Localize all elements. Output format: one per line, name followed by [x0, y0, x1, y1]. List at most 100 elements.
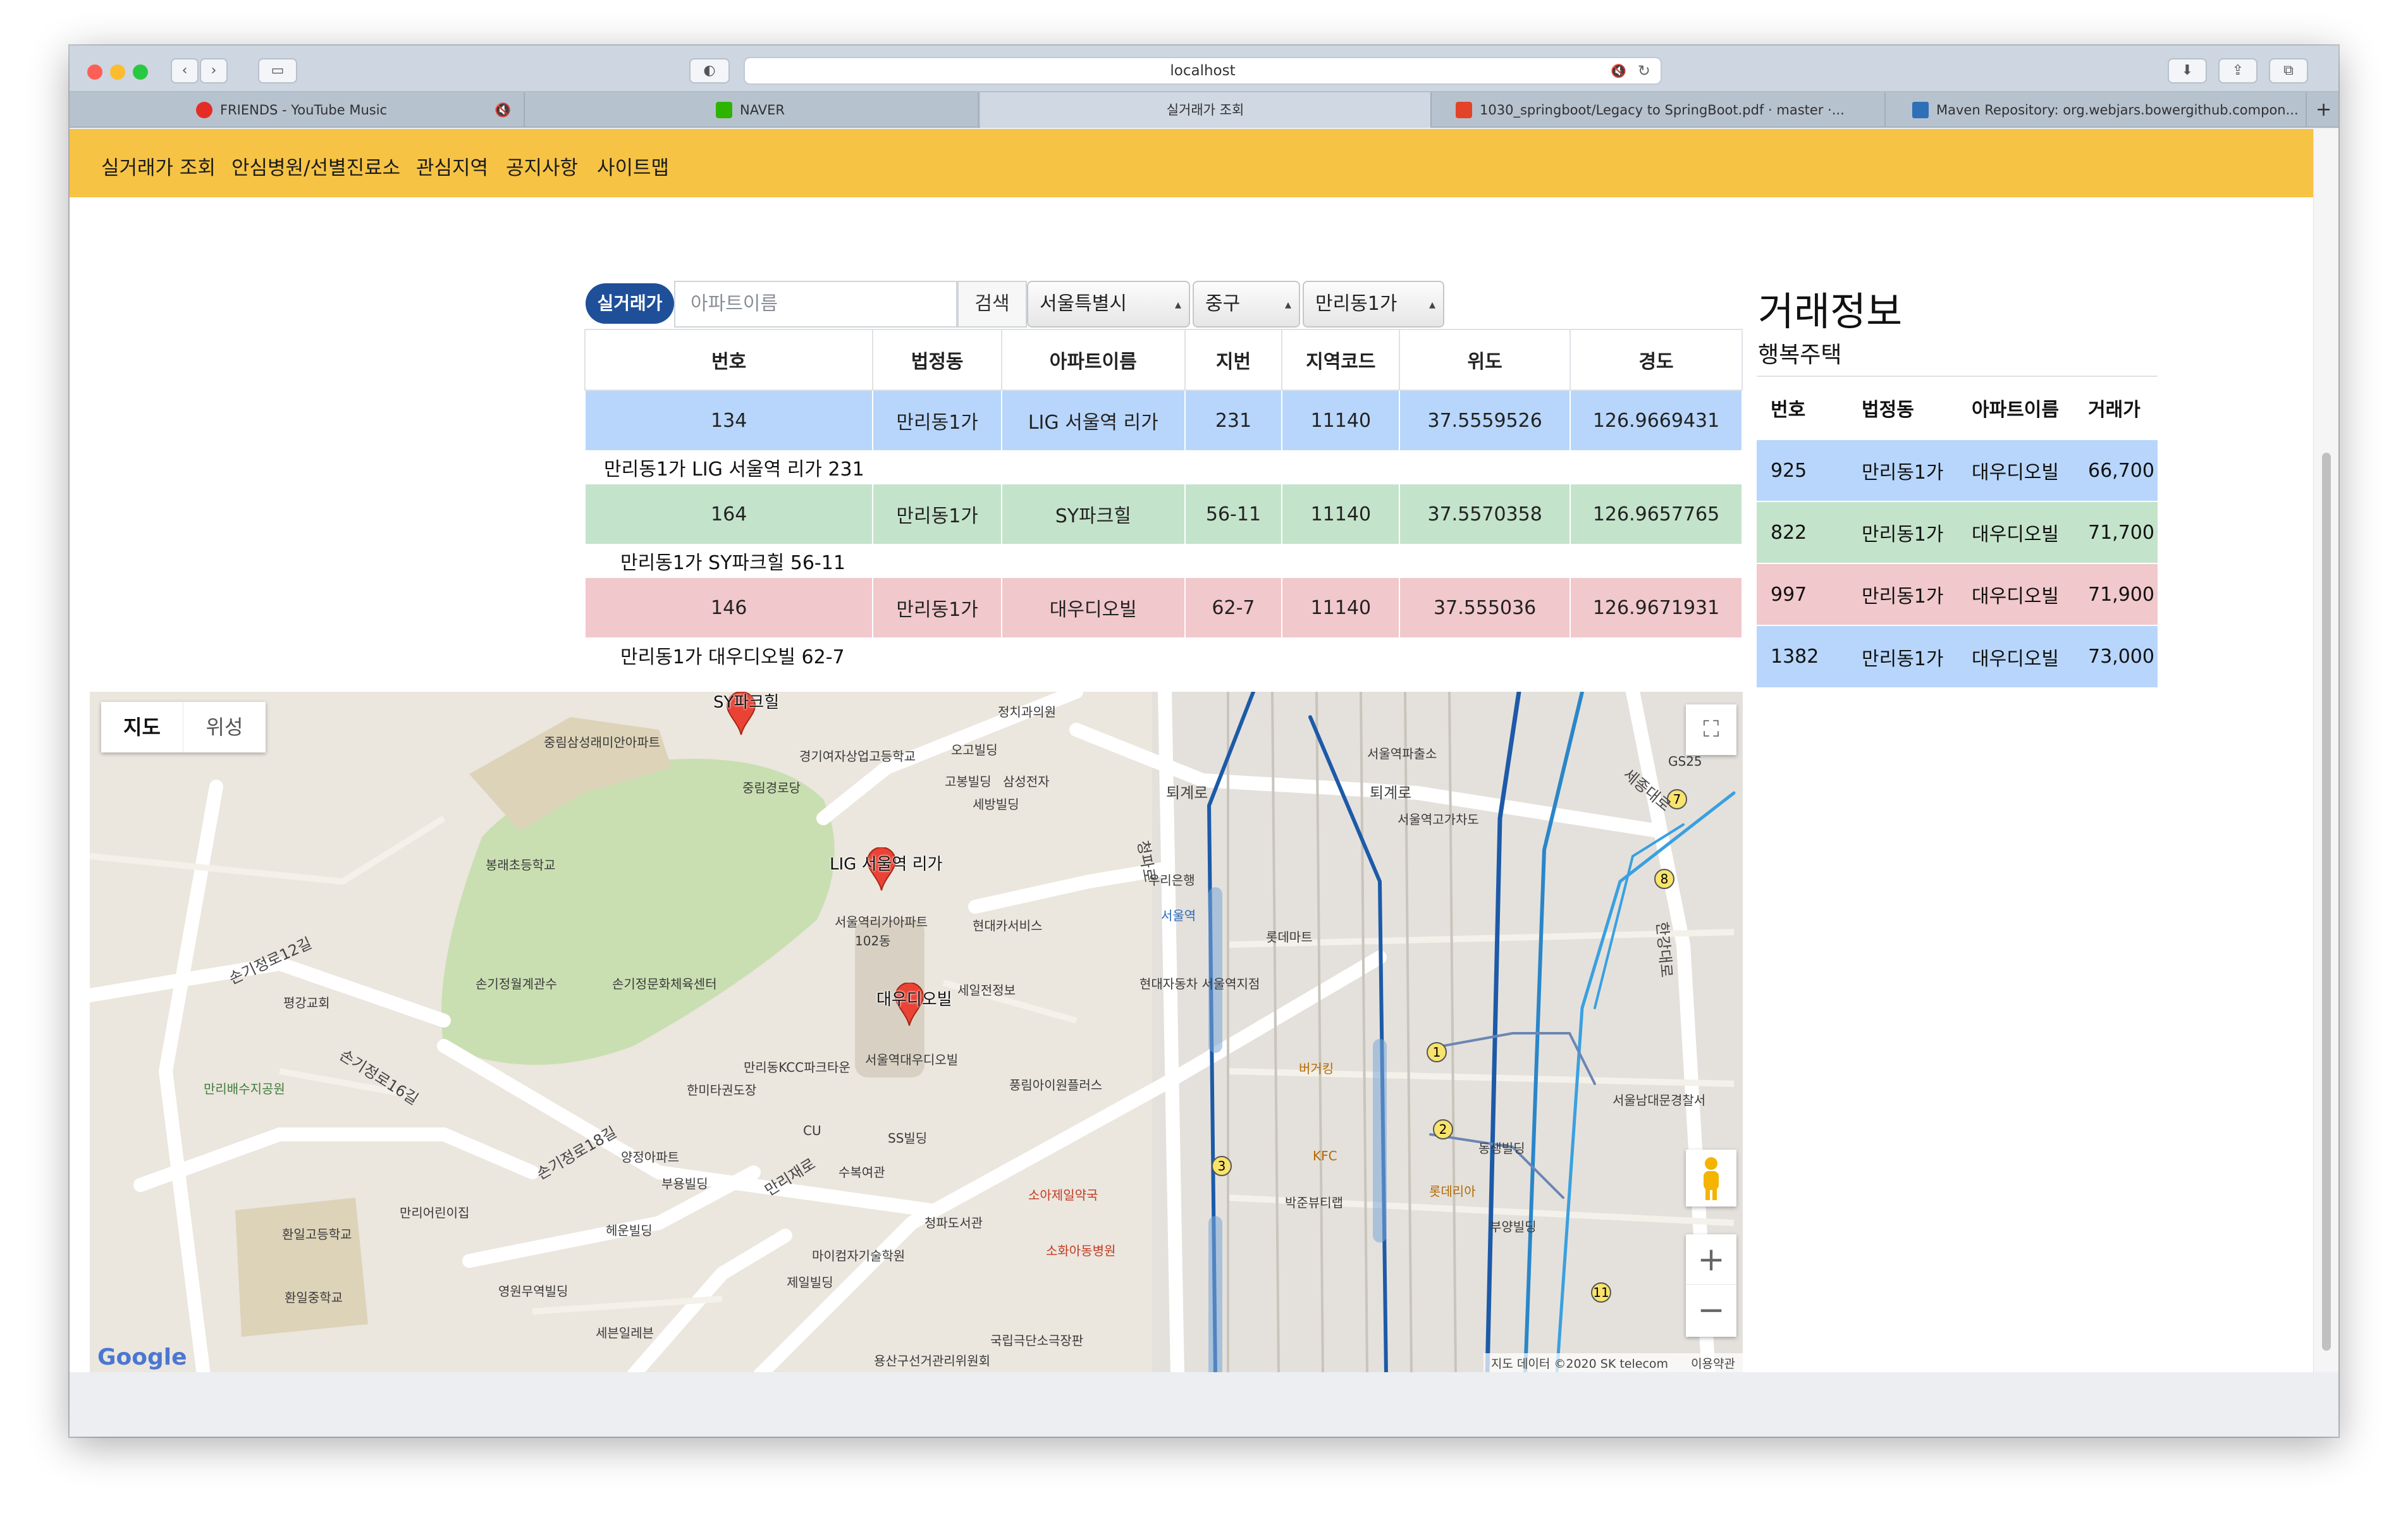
downloads-button[interactable]: ⬇ [2168, 58, 2207, 83]
map-label: KFC [1313, 1148, 1337, 1164]
city-select[interactable]: 서울특별시 ▴ [1027, 281, 1190, 328]
zoom-in-button[interactable]: + [1686, 1234, 1736, 1285]
map-label: 롯데리아 [1429, 1184, 1476, 1199]
map-label: 청파도서관 [924, 1215, 983, 1231]
new-tab-button[interactable]: + [2308, 92, 2338, 128]
map-label: 영원무역빌딩 [498, 1284, 568, 1299]
map-label: 만리어린이집 [400, 1205, 470, 1220]
map-label: 서울역 [1161, 908, 1196, 923]
reload-icon[interactable]: ↻ [1638, 58, 1650, 83]
page-content: 실거래가 아파트이름 검색 서울특별시 ▴ 중구 ▴ 만리동1가 ▴ 번호 법정동 아… [70, 197, 2313, 1375]
col-header-no: 번호 [584, 329, 874, 391]
map-label: 세븐일레븐 [596, 1325, 654, 1341]
cell-code: 11140 [1281, 390, 1401, 451]
table-row[interactable]: 164 만리동1가 SY파크힐 56-11 11140 37.5570358 1… [584, 483, 1743, 545]
address-row: 만리동1가 SY파크힐 56-11 [585, 544, 1742, 577]
map-label: 현대카서비스 [973, 918, 1043, 933]
dong-select[interactable]: 만리동1가 ▴ [1303, 281, 1444, 328]
mute-icon[interactable]: 🔇 [1611, 58, 1626, 83]
cell-name: LIG 서울역 리가 [1000, 390, 1186, 451]
sidebar-toggle-button[interactable]: ▭ [258, 58, 297, 83]
forward-button[interactable]: › [200, 58, 228, 83]
terms-link[interactable]: 이용약관 [1691, 1357, 1735, 1371]
deal-col-dong: 법정동 [1862, 399, 1914, 421]
back-button[interactable]: ‹ [171, 58, 199, 83]
table-row[interactable]: 134 만리동1가 LIG 서울역 리가 231 11140 37.555952… [584, 390, 1743, 451]
page-footer-band [70, 1372, 2338, 1437]
cell-jibun: 56-11 [1184, 483, 1283, 545]
share-icon: ⇪ [2232, 63, 2244, 78]
address-bar[interactable]: localhost 🔇 ↻ [744, 57, 1662, 85]
district-select[interactable]: 중구 ▴ [1193, 281, 1300, 328]
nav-safe-hospital[interactable]: 안심병원/선별진료소 [231, 152, 400, 180]
deal-col-price: 거래가 [2088, 399, 2141, 421]
nav-sitemap[interactable]: 사이트맵 [597, 152, 669, 180]
map-type-satellite-button[interactable]: 위성 [183, 702, 266, 752]
cell-lat: 37.5570358 [1399, 483, 1571, 545]
chevron-left-icon: ‹ [181, 63, 188, 78]
cell-no: 146 [584, 577, 874, 639]
map-label: 봉래초등학교 [486, 857, 556, 873]
tab-label: 1030_springboot/Legacy to SpringBoot.pdf… [1480, 102, 1845, 118]
map-label: 양정아파트 [621, 1150, 679, 1165]
road-label: 퇴계로 [1166, 784, 1208, 802]
zoom-control: + − [1686, 1234, 1736, 1337]
screenshot-root: { "browser": { "url": "localhost", "tabs… [0, 0, 2408, 1529]
tab-maven[interactable]: Maven Repository: org.webjars.bowergithu… [1887, 92, 2307, 128]
tab-gitlab[interactable]: 1030_springboot/Legacy to SpringBoot.pdf… [1433, 92, 1886, 128]
zoom-window-button[interactable] [133, 64, 148, 80]
muted-speaker-icon[interactable]: 🔇 [494, 92, 511, 128]
table-row[interactable]: 146 만리동1가 대우디오빌 62-7 11140 37.555036 126… [584, 577, 1743, 639]
map-label: 부용빌딩 [661, 1176, 708, 1191]
table-header-row: 번호 법정동 아파트이름 지번 지역코드 위도 경도 [584, 329, 1743, 391]
map-label: 버거킹 [1299, 1061, 1334, 1076]
marker-label: SY파크힐 [713, 693, 780, 712]
plus-icon: + [2316, 99, 2332, 121]
page-scrollbar[interactable] [2313, 129, 2338, 1372]
map-attribution: 지도 데이터 ©2020 SK telecom 이용약관 [1483, 1353, 1743, 1375]
map-label: 마이컴자기술학원 [812, 1248, 906, 1263]
zoom-out-button[interactable]: − [1686, 1285, 1736, 1336]
nav-interest-area[interactable]: 관심지역 [416, 152, 488, 180]
cell-name: 대우디오빌 [1000, 577, 1186, 639]
map-type-roadmap-button[interactable]: 지도 [101, 702, 183, 752]
share-button[interactable]: ⇪ [2218, 58, 2258, 83]
col-header-lng: 경도 [1570, 329, 1743, 391]
map-label: 서울역파출소 [1367, 746, 1437, 761]
search-type-badge: 실거래가 [586, 283, 674, 324]
map-label: 오고빌딩 [951, 742, 998, 758]
street-view-pegman[interactable] [1686, 1150, 1736, 1207]
svg-text:2: 2 [1439, 1122, 1447, 1137]
map-label: 동생빌딩 [1478, 1141, 1525, 1156]
tab-active-silgeorae[interactable]: 실거래가 조회 [980, 92, 1432, 128]
minimize-window-button[interactable] [110, 64, 125, 80]
district-value: 중구 [1205, 293, 1241, 315]
cell-lat: 37.5559526 [1399, 390, 1571, 451]
tabs-icon: ⧉ [2283, 63, 2294, 78]
deal-row[interactable]: 822 만리동1가 대우디오빌 71,700 [1757, 501, 2158, 563]
deal-row[interactable]: 997 만리동1가 대우디오빌 71,900 [1757, 563, 2158, 625]
scrollbar-thumb[interactable] [2322, 453, 2331, 1351]
apartment-search-input[interactable]: 아파트이름 [674, 281, 957, 328]
map-type-control: 지도 위성 [101, 702, 266, 752]
tab-naver[interactable]: NAVER [526, 92, 979, 128]
deal-info-subtitle: 행복주택 [1758, 342, 1842, 368]
cell-name: SY파크힐 [1000, 483, 1186, 545]
tab-overview-button[interactable]: ⧉ [2269, 58, 2308, 83]
nav-silgeorae[interactable]: 실거래가 조회 [101, 152, 216, 180]
privacy-report-button[interactable]: ◐ [689, 58, 730, 83]
close-window-button[interactable] [87, 64, 102, 80]
google-map[interactable]: 1 2 3 7 8 11 SY파크힐 LIG 서울역 리가 대우디오빌 중림삼성… [90, 692, 1743, 1375]
deal-row[interactable]: 925 만리동1가 대우디오빌 66,700 [1757, 439, 2158, 501]
fullscreen-button[interactable]: ⛶ [1686, 704, 1736, 755]
map-label: 소아제일약국 [1028, 1188, 1098, 1203]
nav-notice[interactable]: 공지사항 [506, 152, 578, 180]
deal-no: 997 [1757, 563, 1848, 625]
deal-row[interactable]: 1382 만리동1가 대우디오빌 73,000 [1757, 625, 2158, 687]
map-label: 정치과의원 [998, 704, 1056, 720]
deal-price: 73,000 [2074, 625, 2158, 687]
cell-dong: 만리동1가 [872, 577, 1002, 639]
svg-text:1: 1 [1433, 1045, 1441, 1060]
tab-youtube-music[interactable]: FRIENDS - YouTube Music 🔇 [70, 92, 525, 128]
search-button[interactable]: 검색 [957, 281, 1027, 328]
